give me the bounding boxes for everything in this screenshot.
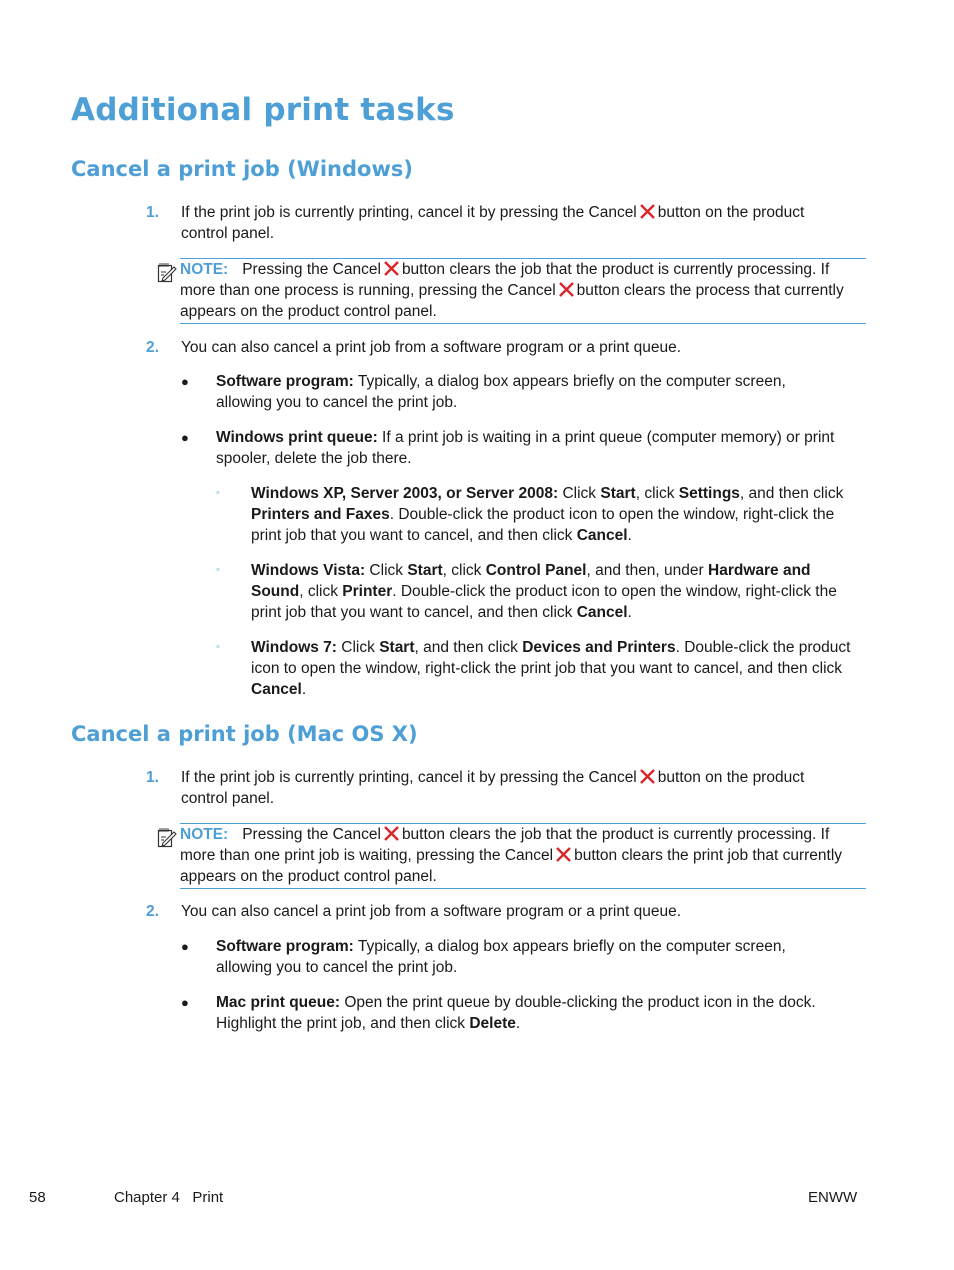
text-segment: . xyxy=(627,604,632,621)
sub-bullet-windows-vista: Windows Vista: Click Start, click Contro… xyxy=(251,560,863,623)
bold-term: Windows Vista: xyxy=(251,562,366,579)
text-segment: . xyxy=(301,681,307,698)
bold-term: Windows XP, Server 2003, or Server 2008: xyxy=(251,485,559,502)
text-segment: , and then, under xyxy=(586,562,708,579)
locale-label: ENWW xyxy=(808,1189,858,1206)
bullet-icon: ● xyxy=(181,430,189,445)
bullet-software-program: Software program: Typically, a dialog bo… xyxy=(216,938,786,976)
note-label: NOTE: xyxy=(180,826,229,843)
note-icon xyxy=(157,263,177,283)
step-number: 2. xyxy=(146,339,159,356)
cancel-x-icon xyxy=(639,204,655,219)
bold-term: Printer xyxy=(342,583,393,600)
text-segment: Click xyxy=(336,639,380,656)
bold-term: Start xyxy=(407,562,443,579)
bold-term: Cancel xyxy=(576,527,628,544)
bold-term: Cancel xyxy=(576,604,628,621)
step-number: 1. xyxy=(146,204,159,221)
cancel-x-icon xyxy=(558,282,574,297)
text-segment: , and then click xyxy=(739,485,844,502)
step-2-text: You can also cancel a print job from a s… xyxy=(181,903,682,920)
step-1-text: If the print job is currently printing, … xyxy=(181,204,805,242)
bold-term: Printers and Faxes xyxy=(251,506,390,523)
section-heading-windows: Cancel a print job (Windows) xyxy=(71,157,413,181)
page-title: Additional print tasks xyxy=(71,92,455,128)
bullet-icon: ● xyxy=(181,995,189,1010)
cancel-x-icon xyxy=(384,826,399,841)
step-1-text: If the print job is currently printing, … xyxy=(181,769,805,807)
note-box: NOTE: Pressing the Cancel button clears th… xyxy=(180,823,866,889)
step-2-text: You can also cancel a print job from a s… xyxy=(181,339,682,356)
sub-bullet-windows-7: Windows 7: Click Start, and then click D… xyxy=(251,637,863,700)
text-segment: Click xyxy=(558,485,601,502)
bullet-icon: ● xyxy=(181,939,189,954)
cancel-x-icon xyxy=(639,769,655,784)
text-segment: . xyxy=(627,527,632,544)
sub-bullet-icon: ◦ xyxy=(216,564,220,576)
text-segment: , and then click xyxy=(414,639,523,656)
text-segment: , click xyxy=(299,583,343,600)
bold-term: Devices and Printers xyxy=(522,639,676,656)
text-segment: , click xyxy=(442,562,486,579)
step-number: 1. xyxy=(146,769,159,786)
bold-term: Control Panel xyxy=(485,562,587,579)
bold-term: Start xyxy=(379,639,415,656)
sub-bullet-windows-xp: Windows XP, Server 2003, or Server 2008:… xyxy=(251,483,863,546)
bold-term: Settings xyxy=(678,485,740,502)
note-label: NOTE: xyxy=(180,261,229,278)
bullet-mac-print-queue: Mac print queue: Open the print queue by… xyxy=(216,994,816,1032)
text-segment: Click xyxy=(365,562,408,579)
step-number: 2. xyxy=(146,903,159,920)
page-number: 58 xyxy=(29,1189,46,1206)
chapter-label: Chapter 4 Print xyxy=(114,1189,224,1206)
sub-bullet-icon: ◦ xyxy=(216,641,220,653)
text-segment: , click xyxy=(635,485,679,502)
note-box: NOTE: Pressing the Cancel button clears th… xyxy=(180,258,866,324)
bold-term: Windows 7: xyxy=(251,639,337,656)
bold-term: Start xyxy=(600,485,636,502)
sub-bullet-icon: ◦ xyxy=(216,487,220,499)
cancel-x-icon xyxy=(556,847,571,862)
bullet-windows-print-queue: Windows print queue: If a print job is w… xyxy=(216,429,835,467)
bullet-software-program: Software program: Typically, a dialog bo… xyxy=(216,373,786,411)
section-heading-mac: Cancel a print job (Mac OS X) xyxy=(71,722,418,746)
bullet-icon: ● xyxy=(181,374,189,389)
bold-term: Cancel xyxy=(251,681,302,698)
cancel-x-icon xyxy=(384,261,399,276)
note-icon xyxy=(157,828,177,848)
